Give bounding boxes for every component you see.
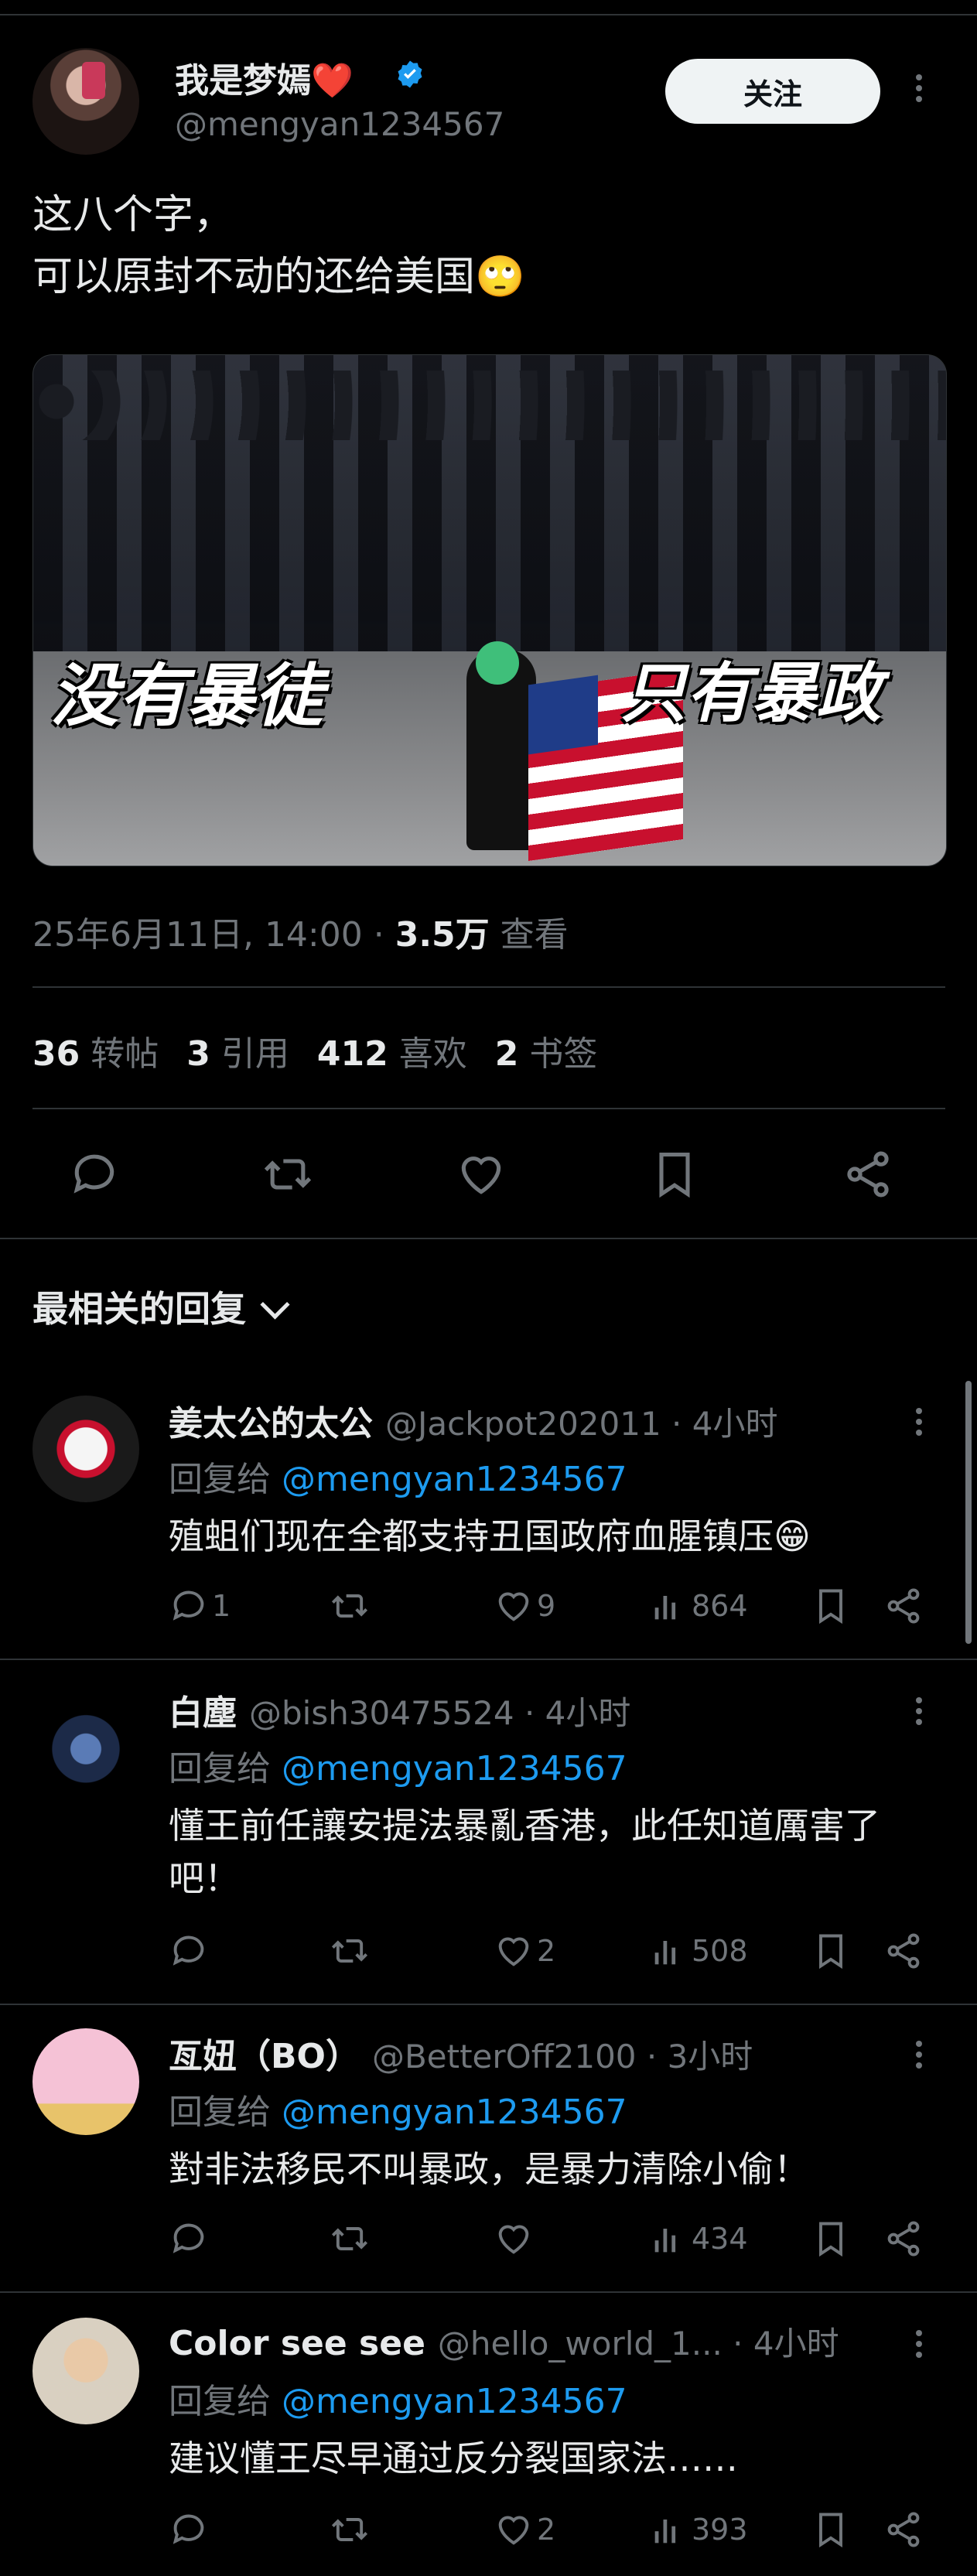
mention-link[interactable]: @mengyan1234567 bbox=[282, 2093, 627, 2132]
follow-button[interactable]: 关注 bbox=[665, 59, 880, 124]
reply-item[interactable]: 亙妞（BO） @BetterOff2100 · 3小时 回复给 @mengyan1… bbox=[0, 2028, 977, 2291]
bookmarks-stat[interactable]: 2 书签 bbox=[495, 1034, 598, 1074]
heart-emoji-icon: ❤️ bbox=[311, 61, 354, 101]
reply-sort-dropdown[interactable]: 最相关的回复 bbox=[32, 1281, 290, 1332]
bookmark-icon[interactable] bbox=[811, 1584, 851, 1628]
like-icon[interactable]: 2 bbox=[494, 1929, 555, 1973]
share-icon[interactable] bbox=[883, 2508, 924, 2551]
reply-avatar[interactable] bbox=[32, 2318, 139, 2424]
divider bbox=[0, 2291, 977, 2293]
like-icon[interactable] bbox=[494, 2217, 537, 2260]
verified-badge-icon bbox=[398, 60, 422, 88]
divider bbox=[32, 986, 945, 988]
like-icon[interactable] bbox=[455, 1148, 507, 1201]
tweet-text: 这八个字， 可以原封不动的还给美国🙄 bbox=[32, 192, 525, 300]
reply-text: 懂王前任讓安提法暴亂香港，此任知道厲害了吧！ bbox=[169, 1805, 880, 1899]
retweet-icon[interactable] bbox=[330, 2508, 373, 2551]
author-name[interactable]: 我是梦嫣❤️ bbox=[175, 53, 354, 102]
engagement-stats: 36 转帖 3 引用 412 喜欢 2 书签 bbox=[32, 1026, 597, 1075]
reply-sort-label: 最相关的回复 bbox=[32, 1288, 246, 1330]
reply-actions: 434 bbox=[169, 2217, 942, 2263]
more-options-icon[interactable] bbox=[913, 2036, 925, 2079]
reply-icon[interactable] bbox=[68, 1148, 121, 1201]
share-icon[interactable] bbox=[883, 2217, 924, 2260]
likes-stat[interactable]: 412 喜欢 bbox=[317, 1034, 467, 1074]
retweet-icon[interactable] bbox=[330, 1929, 373, 1973]
views-icon[interactable]: 434 bbox=[648, 2217, 748, 2260]
divider bbox=[32, 1108, 945, 1109]
top-divider bbox=[0, 14, 977, 15]
tweet-meta: 25年6月11日, 14:00 · 3.5万 查看 bbox=[32, 907, 569, 956]
retweet-icon[interactable] bbox=[261, 1148, 314, 1201]
views-icon[interactable]: 508 bbox=[648, 1929, 748, 1973]
reply-text: 對非法移民不叫暴政，是暴力清除小偷！ bbox=[169, 2148, 809, 2190]
reply-avatar[interactable] bbox=[32, 1685, 139, 1792]
views-count: 3.5万 bbox=[395, 915, 490, 955]
bookmark-icon[interactable] bbox=[811, 2508, 851, 2551]
reply-icon[interactable] bbox=[169, 2217, 212, 2260]
divider bbox=[0, 2004, 977, 2005]
like-icon[interactable]: 2 bbox=[494, 2508, 555, 2551]
reply-author[interactable]: Color see see @hello_world_1... · 4小时 bbox=[169, 2318, 839, 2365]
reply-icon[interactable] bbox=[169, 1929, 212, 1973]
retweets-stat[interactable]: 36 转帖 bbox=[32, 1034, 159, 1074]
replying-to: 回复给 @mengyan1234567 bbox=[169, 1460, 627, 1499]
reply-icon[interactable] bbox=[169, 2508, 212, 2551]
reply-text: 殖蛆们现在全都支持丑国政府血腥镇压😁 bbox=[169, 1515, 811, 1557]
reply-icon[interactable]: 1 bbox=[169, 1584, 231, 1628]
reply-author[interactable]: 白塵 @bish30475524 · 4小时 bbox=[169, 1685, 630, 1734]
chevron-down-icon bbox=[260, 1290, 290, 1320]
reply-author[interactable]: 亙妞（BO） @BetterOff2100 · 3小时 bbox=[169, 2028, 753, 2078]
bookmark-icon[interactable] bbox=[811, 2217, 851, 2260]
mention-link[interactable]: @mengyan1234567 bbox=[282, 1749, 627, 1789]
more-options-icon[interactable] bbox=[913, 1403, 925, 1447]
retweet-icon[interactable] bbox=[330, 1584, 373, 1628]
reply-actions: 2 393 bbox=[169, 2508, 942, 2554]
more-options-icon[interactable] bbox=[913, 70, 925, 113]
media-caption-left: 没有暴徒 bbox=[50, 655, 323, 736]
share-icon[interactable] bbox=[842, 1148, 894, 1201]
views-icon[interactable]: 864 bbox=[648, 1584, 748, 1628]
bookmark-icon[interactable] bbox=[648, 1148, 701, 1201]
scrollbar[interactable] bbox=[965, 1381, 972, 1644]
reply-item[interactable]: Color see see @hello_world_1... · 4小时 回复给… bbox=[0, 2318, 977, 2576]
author-avatar[interactable] bbox=[32, 48, 139, 155]
mention-link[interactable]: @mengyan1234567 bbox=[282, 2382, 627, 2421]
tweet-action-bar bbox=[32, 1137, 945, 1207]
author-name-text: 我是梦嫣 bbox=[175, 61, 311, 101]
reply-text: 建议懂王尽早通过反分裂国家法…… bbox=[169, 2438, 738, 2479]
bookmark-icon[interactable] bbox=[811, 1929, 851, 1973]
divider bbox=[0, 1238, 977, 1239]
reply-item[interactable]: 白塵 @bish30475524 · 4小时 回复给 @mengyan123456… bbox=[0, 1685, 977, 1994]
views-icon[interactable]: 393 bbox=[648, 2508, 748, 2551]
more-options-icon[interactable] bbox=[913, 1693, 925, 1736]
quotes-stat[interactable]: 3 引用 bbox=[186, 1034, 289, 1074]
media-caption-right: 只有暴政 bbox=[621, 654, 882, 731]
replying-to: 回复给 @mengyan1234567 bbox=[169, 1749, 627, 1789]
replying-to: 回复给 @mengyan1234567 bbox=[169, 2382, 627, 2421]
replying-to: 回复给 @mengyan1234567 bbox=[169, 2093, 627, 2132]
share-icon[interactable] bbox=[883, 1584, 924, 1628]
like-icon[interactable]: 9 bbox=[494, 1584, 555, 1628]
reply-actions: 2 508 bbox=[169, 1929, 942, 1976]
divider bbox=[0, 1659, 977, 1660]
retweet-icon[interactable] bbox=[330, 2217, 373, 2260]
tweet-media-image[interactable]: 没有暴徒 只有暴政 bbox=[32, 354, 947, 866]
reply-actions: 1 9 864 bbox=[169, 1584, 942, 1631]
mention-link[interactable]: @mengyan1234567 bbox=[282, 1460, 627, 1499]
share-icon[interactable] bbox=[883, 1929, 924, 1973]
reply-item[interactable]: 姜太公的太公 @Jackpot202011 · 4小时 回复给 @mengyan1… bbox=[0, 1396, 977, 1659]
tweet-timestamp[interactable]: 25年6月11日, 14:00 · bbox=[32, 915, 395, 955]
reply-avatar[interactable] bbox=[32, 1396, 139, 1502]
views-label: 查看 bbox=[489, 915, 569, 955]
author-handle[interactable]: @mengyan1234567 bbox=[175, 105, 504, 143]
more-options-icon[interactable] bbox=[913, 2325, 925, 2369]
reply-avatar[interactable] bbox=[32, 2028, 139, 2135]
reply-author[interactable]: 姜太公的太公 @Jackpot202011 · 4小时 bbox=[169, 1396, 777, 1445]
